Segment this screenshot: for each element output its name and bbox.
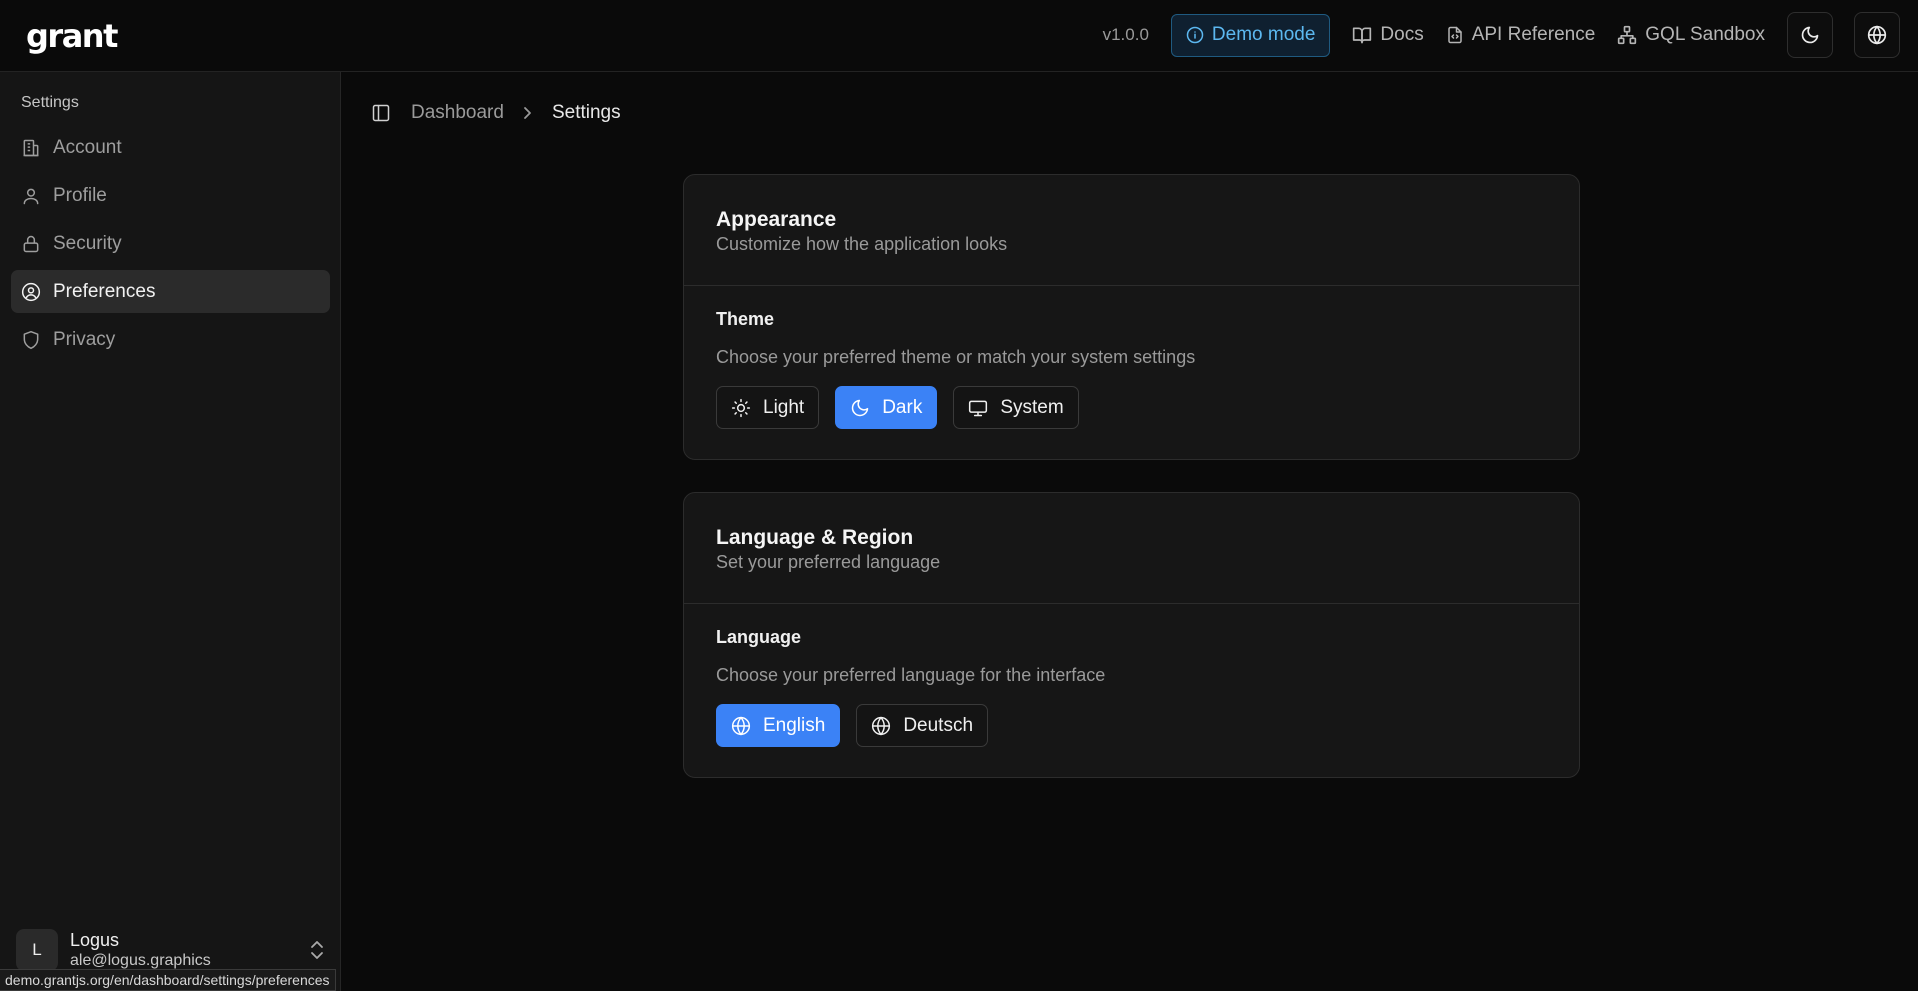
sidebar-menu: Account Profile Security Preferences Pri… bbox=[11, 126, 330, 366]
theme-light-label: Light bbox=[763, 396, 805, 418]
language-description: Choose your preferred language for the i… bbox=[716, 665, 1106, 685]
appearance-card: Appearance Customize how the application… bbox=[683, 174, 1580, 460]
theme-section: Theme Choose your preferred theme or mat… bbox=[684, 286, 1579, 429]
user-menu[interactable]: L Logus ale@logus.graphics bbox=[16, 925, 331, 975]
sidebar-item-label: Profile bbox=[53, 184, 107, 206]
lock-icon bbox=[21, 234, 41, 254]
language-options: English Deutsch bbox=[716, 704, 1547, 747]
shield-icon bbox=[21, 330, 41, 350]
sidebar-item-label: Security bbox=[53, 232, 122, 254]
theme-description: Choose your preferred theme or match you… bbox=[716, 347, 1196, 367]
sidebar-heading: Settings bbox=[21, 94, 79, 111]
gql-sandbox-link[interactable]: GQL Sandbox bbox=[1617, 24, 1765, 46]
theme-light-button[interactable]: Light bbox=[716, 386, 820, 429]
user-email: ale@logus.graphics bbox=[70, 952, 211, 969]
app-logo[interactable]: grant bbox=[26, 16, 118, 56]
language-english-button[interactable]: English bbox=[716, 704, 841, 747]
user-circle-icon bbox=[21, 282, 41, 302]
language-english-label: English bbox=[763, 714, 826, 736]
moon-icon bbox=[850, 398, 870, 418]
sidebar: Settings Account Profile Security Prefer… bbox=[0, 72, 341, 991]
book-icon bbox=[1352, 25, 1372, 45]
appearance-subtitle: Customize how the application looks bbox=[716, 234, 1008, 254]
chevron-right-icon bbox=[522, 105, 534, 121]
globe-icon bbox=[1867, 25, 1887, 45]
sidebar-toggle-icon[interactable] bbox=[371, 103, 391, 123]
user-icon bbox=[21, 186, 41, 206]
demo-mode-label: Demo mode bbox=[1211, 24, 1316, 45]
language-region-card: Language & Region Set your preferred lan… bbox=[683, 492, 1580, 778]
sidebar-item-preferences[interactable]: Preferences bbox=[11, 270, 330, 313]
globe-icon bbox=[871, 716, 891, 736]
theme-dark-label: Dark bbox=[882, 396, 923, 418]
breadcrumb-dashboard-link[interactable]: Dashboard bbox=[411, 102, 504, 124]
user-info: Logus ale@logus.graphics bbox=[70, 929, 307, 971]
language-label: Language bbox=[716, 627, 802, 647]
avatar: L bbox=[16, 929, 58, 971]
chevrons-up-down-icon bbox=[307, 938, 331, 962]
status-bar-url: demo.grantjs.org/en/dashboard/settings/p… bbox=[0, 969, 336, 991]
language-section: Language Choose your preferred language … bbox=[684, 604, 1579, 747]
theme-label: Theme bbox=[716, 309, 775, 329]
appearance-title: Appearance bbox=[716, 208, 837, 231]
version-label: v1.0.0 bbox=[1102, 25, 1149, 44]
sidebar-item-label: Account bbox=[53, 136, 122, 158]
sidebar-item-profile[interactable]: Profile bbox=[11, 174, 330, 217]
sidebar-item-account[interactable]: Account bbox=[11, 126, 330, 169]
moon-icon bbox=[1800, 25, 1820, 45]
demo-mode-badge[interactable]: Demo mode bbox=[1170, 13, 1331, 57]
theme-dark-button[interactable]: Dark bbox=[835, 386, 938, 429]
sidebar-item-label: Preferences bbox=[53, 280, 156, 302]
api-reference-link[interactable]: API Reference bbox=[1446, 24, 1596, 46]
monitor-icon bbox=[968, 398, 988, 418]
sun-icon bbox=[731, 398, 751, 418]
theme-options: Light Dark System bbox=[716, 386, 1547, 429]
globe-icon bbox=[731, 716, 751, 736]
docs-link-label: Docs bbox=[1380, 24, 1424, 45]
appearance-card-header: Appearance Customize how the application… bbox=[684, 175, 1579, 286]
language-region-title: Language & Region bbox=[716, 526, 914, 549]
breadcrumb: Dashboard Settings bbox=[371, 100, 621, 126]
language-deutsch-button[interactable]: Deutsch bbox=[856, 704, 989, 747]
api-reference-label: API Reference bbox=[1471, 24, 1596, 45]
building-icon bbox=[21, 138, 41, 158]
breadcrumb-current: Settings bbox=[551, 102, 621, 123]
file-code-icon bbox=[1446, 25, 1464, 45]
docs-link[interactable]: Docs bbox=[1352, 24, 1424, 46]
network-icon bbox=[1617, 25, 1637, 45]
sidebar-item-label: Privacy bbox=[53, 328, 116, 350]
top-nav: v1.0.0 Demo mode Docs API Reference GQL … bbox=[1103, 12, 1900, 58]
theme-system-button[interactable]: System bbox=[953, 386, 1079, 429]
language-menu-button[interactable] bbox=[1854, 12, 1900, 58]
theme-system-label: System bbox=[1000, 396, 1064, 418]
info-icon bbox=[1186, 26, 1204, 44]
theme-toggle-button[interactable] bbox=[1787, 12, 1833, 58]
sidebar-item-security[interactable]: Security bbox=[11, 222, 330, 265]
language-region-card-header: Language & Region Set your preferred lan… bbox=[684, 493, 1579, 604]
language-deutsch-label: Deutsch bbox=[903, 714, 974, 736]
gql-sandbox-label: GQL Sandbox bbox=[1645, 24, 1765, 45]
user-name: Logus bbox=[70, 930, 120, 950]
top-bar: grant v1.0.0 Demo mode Docs API Referenc… bbox=[0, 0, 1918, 72]
language-region-subtitle: Set your preferred language bbox=[716, 552, 941, 572]
sidebar-item-privacy[interactable]: Privacy bbox=[11, 318, 330, 361]
